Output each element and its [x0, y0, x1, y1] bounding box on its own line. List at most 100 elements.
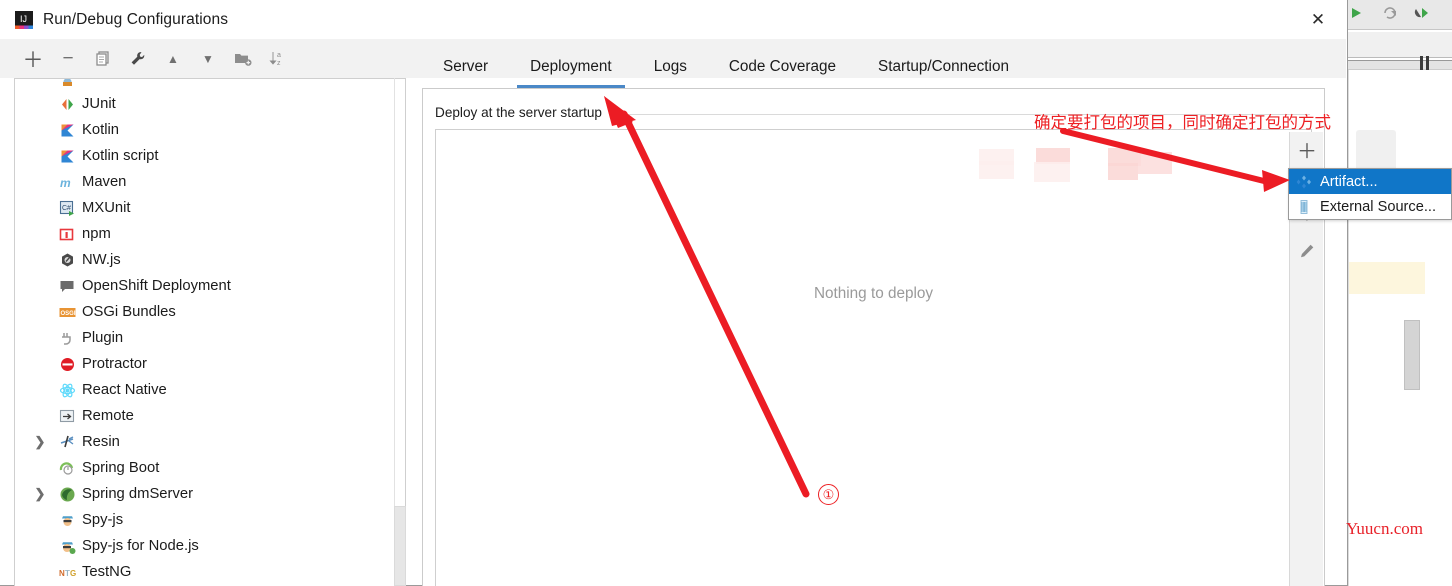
tree-item-mxunit[interactable]: C# MXUnit [15, 195, 405, 221]
tree-item-junit[interactable]: JUnit [15, 91, 405, 117]
watermark: Yuucn.com [1346, 519, 1423, 538]
tree-item-nw-js[interactable]: NW.js [15, 247, 405, 273]
tab-startup-connection[interactable]: Startup/Connection [857, 58, 1030, 88]
tree-item-npm[interactable]: npm [15, 221, 405, 247]
menu-item-external-source[interactable]: External Source... [1289, 194, 1451, 219]
add-deployment-popup-menu[interactable]: Artifact... External Source... [1288, 168, 1452, 220]
tree-item-label: OSGi Bundles [82, 303, 176, 320]
tree-item-kotlin[interactable]: Kotlin [15, 117, 405, 143]
tab-code-coverage[interactable]: Code Coverage [708, 58, 857, 88]
tree-item-plugin[interactable]: Plugin [15, 325, 405, 351]
osgi-icon: OSGI [59, 304, 76, 321]
cut-off-icon [59, 79, 76, 87]
svg-text:OSGI: OSGI [61, 311, 76, 317]
redaction-block-7 [1138, 152, 1172, 174]
tree-item-label: JUnit [82, 95, 116, 112]
maven-icon: m [59, 174, 76, 191]
pause-icon[interactable] [1420, 56, 1432, 70]
redaction-block-4 [1034, 162, 1070, 182]
run-icon[interactable] [1348, 5, 1364, 21]
tree-item-label: Kotlin [82, 121, 120, 138]
run-debug-configurations-dialog: IJ Run/Debug Configurations ✕ ＋ − ▲ ▼ az [0, 0, 1452, 586]
redaction-block-2 [979, 161, 1014, 179]
mxunit-icon: C# [59, 200, 76, 217]
nwjs-icon [59, 252, 76, 269]
move-down-button[interactable]: ▼ [193, 45, 223, 73]
edit-button[interactable] [1290, 234, 1324, 268]
tree-item-label: Resin [82, 433, 120, 450]
background-breadcrumb-strip [1340, 32, 1452, 58]
tree-item-spy-js[interactable]: Spy-js [15, 507, 405, 533]
tree-item-react-native[interactable]: React Native [15, 377, 405, 403]
tree-scrollbar-thumb[interactable] [394, 506, 406, 586]
spring-dmserver-icon [59, 486, 76, 503]
tree-item-label: npm [82, 225, 111, 242]
tree-item-resin[interactable]: ❯ Resin [15, 429, 405, 455]
plugin-icon [59, 330, 76, 347]
tree-item-spring-boot[interactable]: Spring Boot [15, 455, 405, 481]
openshift-icon [59, 278, 76, 295]
tree-item-spy-js-for-node-js[interactable]: Spy-js for Node.js [15, 533, 405, 559]
chevron-right-icon[interactable]: ❯ [33, 481, 47, 507]
protractor-icon [59, 356, 76, 373]
menu-item-label: External Source... [1320, 198, 1436, 215]
remote-icon [59, 408, 76, 425]
tree-item-partial[interactable] [15, 79, 405, 91]
svg-text:z: z [277, 60, 281, 67]
copy-button[interactable] [88, 45, 118, 73]
rerun-icon[interactable] [1382, 5, 1398, 21]
new-folder-button[interactable] [228, 45, 258, 73]
spy-js-icon [59, 512, 76, 529]
tree-item-label: Protractor [82, 355, 147, 372]
remove-button[interactable]: − [53, 45, 83, 73]
tree-item-label: Maven [82, 173, 127, 190]
chevron-right-icon[interactable]: ❯ [33, 429, 47, 455]
sort-button[interactable]: az [263, 45, 293, 73]
debug-icon[interactable] [1414, 5, 1430, 21]
kotlin-icon [59, 148, 76, 165]
dialog-title: Run/Debug Configurations [43, 10, 229, 28]
dialog-titlebar: IJ Run/Debug Configurations ✕ [0, 0, 1346, 39]
tab-deployment[interactable]: Deployment [509, 58, 633, 88]
add-artifact-button[interactable]: ＋ [1290, 132, 1324, 166]
tree-rows: JUnit Kotlin Kotlin script m Maven C# MXUnit np… [15, 79, 405, 585]
deployment-panel: Deploy at the server startup Nothing to … [422, 88, 1325, 586]
tree-item-label: React Native [82, 381, 167, 398]
npm-icon [59, 226, 76, 243]
tree-item-maven[interactable]: m Maven [15, 169, 405, 195]
react-native-icon [59, 382, 76, 399]
tree-item-label: Kotlin script [82, 147, 159, 164]
tree-item-label: MXUnit [82, 199, 131, 216]
svg-text:IJ: IJ [20, 14, 27, 24]
edit-templates-button[interactable] [123, 45, 153, 73]
add-button[interactable]: ＋ [18, 45, 48, 73]
spring-boot-icon [59, 460, 76, 477]
menu-item-artifact[interactable]: Artifact... [1289, 169, 1451, 194]
background-ide-toolbar [1340, 0, 1452, 30]
background-editor [1340, 30, 1452, 586]
tree-item-label: NW.js [82, 251, 121, 268]
tree-item-label: Spring Boot [82, 459, 160, 476]
configuration-types-tree[interactable]: JUnit Kotlin Kotlin script m Maven C# MXUnit np… [14, 78, 406, 586]
tree-item-label: Remote [82, 407, 134, 424]
tree-item-testng[interactable]: N T G TestNG [15, 559, 405, 585]
close-icon[interactable]: ✕ [1296, 4, 1340, 36]
tab-server[interactable]: Server [422, 58, 509, 88]
tree-item-openshift-deployment[interactable]: OpenShift Deployment [15, 273, 405, 299]
testng-icon: NTG [59, 564, 76, 581]
tab-logs[interactable]: Logs [633, 58, 708, 88]
svg-text:a: a [277, 52, 281, 59]
tree-item-kotlin-script[interactable]: Kotlin script [15, 143, 405, 169]
tree-item-label: Spy-js for Node.js [82, 537, 199, 554]
tree-item-protractor[interactable]: Protractor [15, 351, 405, 377]
tree-item-label: Spy-js [82, 511, 124, 528]
empty-state-message: Nothing to deploy [813, 285, 934, 302]
tree-item-spring-dmserver[interactable]: ❯ Spring dmServer [15, 481, 405, 507]
tree-item-label: TestNG [82, 563, 132, 580]
tree-item-osgi-bundles[interactable]: OSGI OSGi Bundles [15, 299, 405, 325]
deploy-list-area[interactable]: Nothing to deploy [435, 129, 1312, 586]
tree-item-remote[interactable]: Remote [15, 403, 405, 429]
background-editor-edge [1348, 70, 1349, 586]
move-up-button[interactable]: ▲ [158, 45, 188, 73]
background-scrollbar-thumb[interactable] [1404, 320, 1420, 390]
